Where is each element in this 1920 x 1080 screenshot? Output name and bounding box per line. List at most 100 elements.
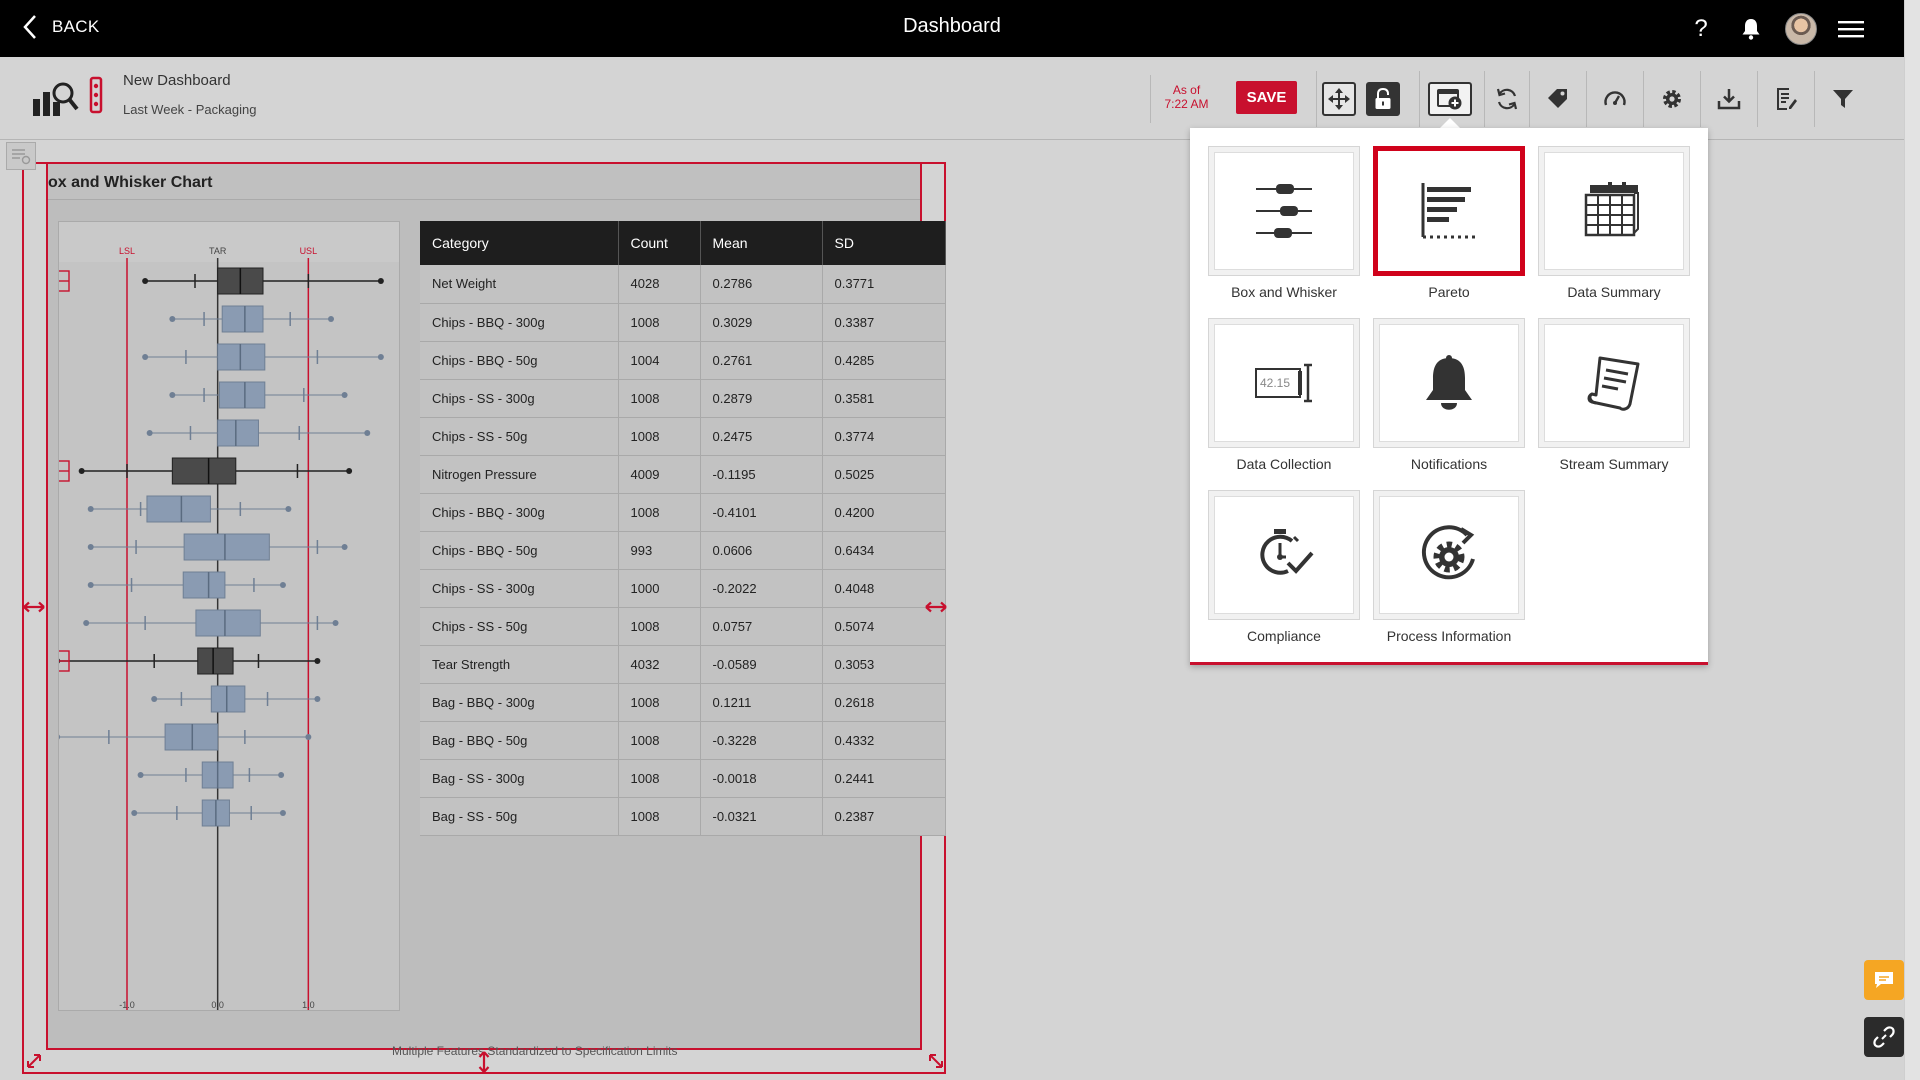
move-button[interactable] <box>1322 82 1356 116</box>
tile-stream-summary[interactable]: Stream Summary <box>1538 318 1690 478</box>
link-button[interactable] <box>1864 1017 1904 1057</box>
data-summary-icon <box>1584 182 1639 237</box>
notifications-button[interactable] <box>1726 12 1776 46</box>
cell-mean: 0.0757 <box>700 607 823 646</box>
dashboard-analysis-icon <box>33 76 103 116</box>
widget-frame[interactable]: ox and Whisker Chart LSL TAR USL -1.0 0.0 1.0… <box>6 142 948 1074</box>
cell-sd: 0.2618 <box>822 683 946 722</box>
diagonal-resize-icon <box>929 1054 943 1068</box>
outlier-point <box>87 544 94 550</box>
table-row: Chips - BBQ - 300g 1008 0.3029 0.3387 <box>420 303 946 342</box>
save-button[interactable]: SAVE <box>1236 81 1297 114</box>
cell-category: Net Weight <box>420 265 619 304</box>
column-header-sd[interactable]: SD <box>822 221 946 265</box>
box-whisker-chart: LSL TAR USL -1.0 0.0 1.0 <box>50 222 399 1014</box>
tile-label: Pareto <box>1428 284 1470 300</box>
resize-handle-bottom-right[interactable] <box>925 1050 947 1072</box>
add-widget-button[interactable] <box>1428 82 1472 116</box>
cell-category: Chips - SS - 50g <box>420 417 619 456</box>
tags-button[interactable] <box>1530 77 1586 121</box>
cell-sd: 0.2441 <box>822 759 946 798</box>
box-iqr <box>146 495 211 523</box>
download-icon <box>1717 89 1741 110</box>
column-header-count[interactable]: Count <box>618 221 701 265</box>
download-button[interactable] <box>1701 77 1757 121</box>
tile-compliance[interactable]: Compliance <box>1208 490 1360 650</box>
outlier-point <box>377 354 384 360</box>
box-iqr <box>164 723 219 751</box>
lock-icon <box>1375 88 1391 109</box>
outlier-point <box>341 392 348 398</box>
cell-count: 1008 <box>618 607 701 646</box>
resize-handle-right[interactable] <box>924 596 948 618</box>
tile-data-summary[interactable]: Data Summary <box>1538 146 1690 306</box>
table-row: Chips - SS - 50g 1008 0.0757 0.5074 <box>420 607 946 646</box>
gauge-icon <box>1604 91 1626 106</box>
tile-pareto[interactable]: Pareto <box>1373 146 1525 306</box>
refresh-button[interactable] <box>1485 77 1529 121</box>
cell-sd: 0.3387 <box>822 303 946 342</box>
chat-button[interactable] <box>1864 960 1904 1000</box>
cell-category: Chips - SS - 300g <box>420 569 619 608</box>
user-avatar-button[interactable] <box>1776 12 1826 46</box>
outlier-point <box>305 734 312 740</box>
reference-label-usl: USL <box>300 246 318 256</box>
cell-count: 4032 <box>618 645 701 684</box>
report-edit-icon <box>1777 88 1797 110</box>
cell-mean: 0.3029 <box>700 303 823 342</box>
box-iqr <box>217 419 259 447</box>
resize-handle-bottom-left[interactable] <box>23 1050 45 1072</box>
resize-handle-left[interactable] <box>22 596 46 618</box>
hamburger-menu-icon <box>1838 21 1864 38</box>
table-row: Chips - BBQ - 300g 1008 -0.4101 0.4200 <box>420 493 946 532</box>
gauge-button[interactable] <box>1587 77 1643 121</box>
chart-footnote: Multiple Features Standardized to Specif… <box>392 1044 678 1058</box>
settings-button[interactable] <box>1644 77 1700 121</box>
outlier-point <box>328 316 334 322</box>
outlier-point <box>332 620 339 626</box>
table-row: Tear Strength 4032 -0.0589 0.3053 <box>420 645 946 684</box>
cell-sd: 0.4332 <box>822 721 946 760</box>
column-header-mean[interactable]: Mean <box>700 221 823 265</box>
outlier-point <box>341 544 348 550</box>
filter-button[interactable] <box>1815 77 1871 121</box>
column-header-category[interactable]: Category <box>420 221 619 265</box>
dashboard-name: New Dashboard <box>123 72 231 89</box>
tile-data-collection[interactable]: 42.15 Data Collection <box>1208 318 1360 478</box>
outlier-point <box>279 810 286 816</box>
box-whisker-icon <box>1256 184 1312 238</box>
outlier-point <box>151 696 158 702</box>
cell-count: 4009 <box>618 455 701 494</box>
move-arrows-icon <box>1328 88 1350 110</box>
help-button[interactable]: ? <box>1676 12 1726 46</box>
cell-count: 1008 <box>618 683 701 722</box>
add-widget-icon <box>1437 89 1462 110</box>
resize-handle-bottom[interactable] <box>473 1050 495 1074</box>
diagonal-resize-icon <box>27 1054 41 1068</box>
table-row: Chips - BBQ - 50g 1004 0.2761 0.4285 <box>420 341 946 380</box>
tile-notifications[interactable]: Notifications <box>1373 318 1525 478</box>
widget-menu-button[interactable] <box>6 142 36 170</box>
list-menu-icon <box>12 149 31 165</box>
tile-box-and-whisker[interactable]: Box and Whisker <box>1208 146 1360 306</box>
asof-time: 7:22 AM <box>1164 97 1209 111</box>
tile-process-information[interactable]: Process Information <box>1373 490 1525 650</box>
lock-button[interactable] <box>1366 82 1400 116</box>
cell-count: 1008 <box>618 303 701 342</box>
main-menu-button[interactable] <box>1826 12 1876 46</box>
cell-count: 993 <box>618 531 701 570</box>
cell-category: Tear Strength <box>420 645 619 684</box>
report-button[interactable] <box>1758 77 1814 121</box>
cell-mean: -0.0018 <box>700 759 823 798</box>
outlier-point <box>169 316 176 322</box>
page-scrollbar[interactable] <box>1904 0 1920 1080</box>
outlier-point <box>314 658 321 664</box>
compliance-icon <box>1260 529 1314 575</box>
top-bar: BACK Dashboard ? <box>0 0 1920 57</box>
cell-sd: 0.4200 <box>822 493 946 532</box>
pareto-icon <box>1421 183 1475 239</box>
tile-label: Stream Summary <box>1559 456 1669 472</box>
table-row: Bag - BBQ - 300g 1008 0.1211 0.2618 <box>420 683 946 722</box>
page-title: Dashboard <box>903 15 1001 37</box>
cell-category: Chips - SS - 300g <box>420 379 619 418</box>
